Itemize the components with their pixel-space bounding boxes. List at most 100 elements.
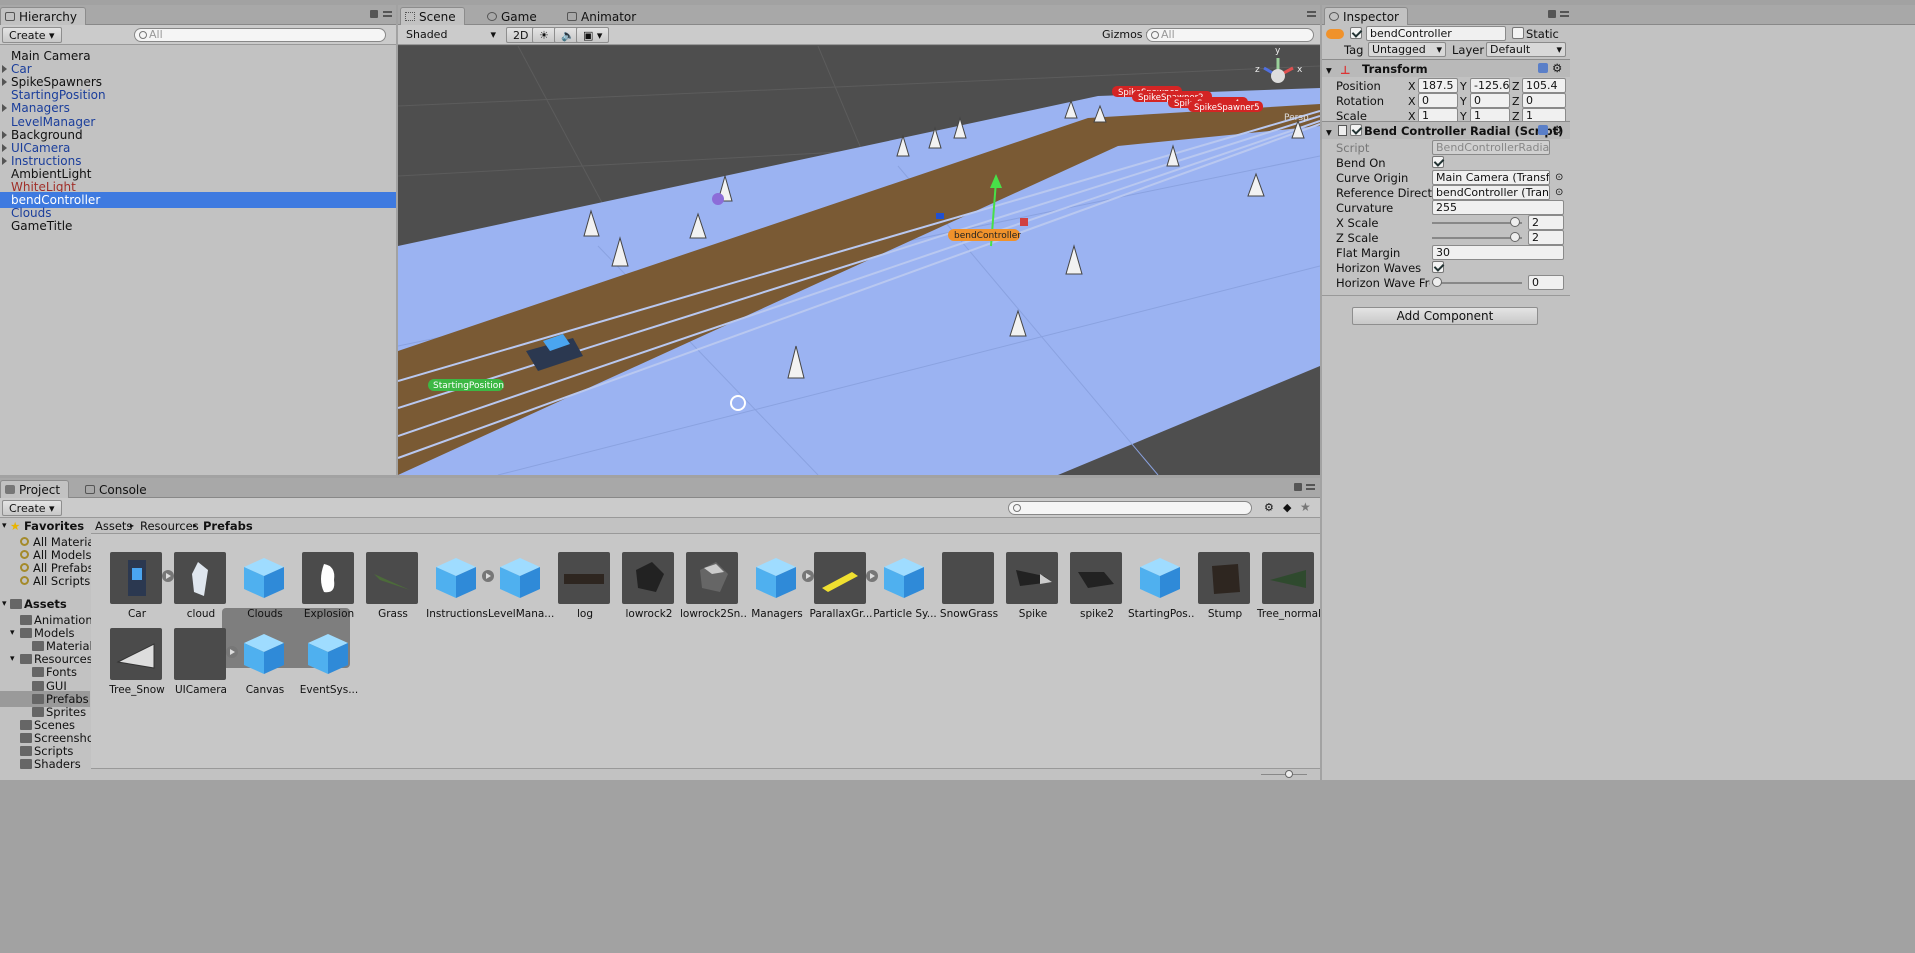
tab-inspector[interactable]: Inspector <box>1324 7 1408 25</box>
asset-item[interactable]: Tree_Snow <box>104 628 170 708</box>
tab-game[interactable]: Game <box>482 7 546 25</box>
asset-item[interactable]: Instructions <box>424 552 494 632</box>
panel-menu-icon[interactable] <box>383 11 392 17</box>
horizon-waves-checkbox[interactable] <box>1432 261 1444 273</box>
zscale-slider[interactable] <box>1432 232 1522 242</box>
help-icon[interactable] <box>1538 63 1548 73</box>
asset-item[interactable]: Spike <box>1000 552 1066 632</box>
zscale-field[interactable]: 2 <box>1528 230 1564 245</box>
lock-icon[interactable] <box>1548 10 1556 18</box>
rotation-x-field[interactable]: 0 <box>1418 93 1458 108</box>
foldout-arrow-icon[interactable] <box>2 104 7 113</box>
tab-project[interactable]: Project <box>0 480 70 498</box>
foldout-arrow-icon[interactable] <box>2 65 7 74</box>
panel-menu-icon[interactable] <box>1306 484 1315 490</box>
gear-icon[interactable]: ⚙ <box>1552 123 1562 137</box>
gear-icon[interactable]: ⚙ <box>1552 61 1562 75</box>
folder-tree-item[interactable]: Shaders <box>0 756 90 772</box>
asset-item[interactable]: Car <box>104 552 174 632</box>
layer-dropdown[interactable]: Default ▾ <box>1486 42 1566 57</box>
rotation-z-field[interactable]: 0 <box>1522 93 1566 108</box>
hierarchy-create-button[interactable]: Create ▾ <box>2 27 62 43</box>
transform-header[interactable]: ▾ ⊥ Transform ⚙ <box>1322 59 1570 77</box>
foldout-arrow-icon[interactable] <box>2 156 7 165</box>
asset-item[interactable]: log <box>552 552 618 632</box>
filter-type-icon[interactable]: ⚙ <box>1264 501 1274 514</box>
xscale-field[interactable]: 2 <box>1528 215 1564 230</box>
hierarchy-item[interactable]: GameTitle <box>0 218 396 234</box>
assets-header[interactable]: ▾ Assets <box>0 596 90 612</box>
particle-icon[interactable] <box>712 193 724 205</box>
object-picker-icon[interactable]: ⊙ <box>1555 172 1563 183</box>
filter-label-icon[interactable]: ◆ <box>1283 501 1291 514</box>
lock-icon[interactable] <box>1294 483 1302 491</box>
tab-animator[interactable]: Animator <box>562 7 645 25</box>
foldout-arrow-icon[interactable] <box>2 78 7 87</box>
horizon-freq-slider[interactable] <box>1432 277 1522 287</box>
asset-item[interactable]: Managers <box>744 552 814 632</box>
static-checkbox[interactable] <box>1512 27 1524 39</box>
curve-origin-field[interactable]: Main Camera (Transfo <box>1432 170 1550 185</box>
asset-item[interactable]: spike2 <box>1064 552 1130 632</box>
asset-item[interactable]: UICamera <box>168 628 238 708</box>
scene-viewport[interactable]: y x z Persp SpikeSpawner SpikeSpawner2 S… <box>398 46 1320 475</box>
help-icon[interactable] <box>1538 125 1548 135</box>
project-search-input[interactable] <box>1008 501 1252 515</box>
thumbnail-size-slider[interactable] <box>1261 770 1307 778</box>
object-picker-icon[interactable]: ⊙ <box>1555 187 1563 198</box>
zscale-slider-knob[interactable] <box>1509 232 1520 242</box>
rotation-y-field[interactable]: 0 <box>1470 93 1510 108</box>
asset-item[interactable]: LevelMana... <box>488 552 554 632</box>
asset-item[interactable]: Tree_normal <box>1256 552 1320 632</box>
asset-item[interactable]: lowrock2 <box>616 552 682 632</box>
asset-item[interactable]: lowrock2Sn... <box>680 552 746 632</box>
position-x-field[interactable]: 187.5 <box>1418 78 1458 93</box>
add-component-button[interactable]: Add Component <box>1352 307 1538 325</box>
panel-menu-icon[interactable] <box>1307 11 1316 17</box>
asset-item[interactable]: cloud <box>168 552 234 632</box>
effects-dropdown-icon[interactable]: ▣ ▾ <box>576 27 610 43</box>
asset-item[interactable]: Particle Sy... <box>872 552 938 632</box>
starting-position-label[interactable]: StartingPosition <box>428 379 504 391</box>
script-header[interactable]: ▾ Bend Controller Radial (Script) ⚙ <box>1322 121 1570 139</box>
object-name-field[interactable]: bendController <box>1366 26 1506 41</box>
tab-hierarchy[interactable]: Hierarchy <box>0 7 87 25</box>
tag-dropdown[interactable]: Untagged ▾ <box>1368 42 1446 57</box>
ref-dir-field[interactable]: bendController (Trans <box>1432 185 1550 200</box>
flat-margin-field[interactable]: 30 <box>1432 245 1564 260</box>
favorites-header[interactable]: ▾ ★ Favorites <box>0 518 90 534</box>
panel-menu-icon[interactable] <box>1560 11 1569 17</box>
tab-scene[interactable]: Scene <box>400 7 465 25</box>
horizon-freq-field[interactable]: 0 <box>1528 275 1564 290</box>
breadcrumb-prefabs[interactable]: Prefabs <box>203 518 253 534</box>
asset-item[interactable]: StartingPos... <box>1128 552 1194 632</box>
foldout-arrow-icon[interactable] <box>2 130 7 139</box>
asset-item[interactable]: Canvas <box>232 628 298 708</box>
xscale-slider-knob[interactable] <box>1509 217 1520 227</box>
asset-item[interactable]: Clouds <box>232 552 298 632</box>
script-enabled-checkbox[interactable] <box>1350 124 1362 136</box>
thumbnail-size-knob[interactable] <box>1285 770 1293 778</box>
tab-console[interactable]: Console <box>80 480 156 498</box>
lighting-toggle-icon[interactable]: ☀ <box>532 27 556 43</box>
active-checkbox[interactable] <box>1350 27 1362 39</box>
asset-item[interactable]: Explosion <box>296 552 362 632</box>
lock-icon[interactable] <box>370 10 378 18</box>
asset-item[interactable]: Stump <box>1192 552 1258 632</box>
position-y-field[interactable]: -125.6 <box>1470 78 1510 93</box>
position-z-field[interactable]: 105.4 <box>1522 78 1566 93</box>
shading-mode-dropdown[interactable]: Shaded ▾ <box>400 27 500 43</box>
bend-controller-label[interactable]: bendController <box>948 229 1021 241</box>
bend-on-checkbox[interactable] <box>1432 156 1444 168</box>
curvature-field[interactable]: 255 <box>1432 200 1564 215</box>
asset-item[interactable]: SnowGrass <box>936 552 1002 632</box>
asset-item[interactable]: ParallaxGr... <box>808 552 878 632</box>
asset-item[interactable]: Grass <box>360 552 426 632</box>
breadcrumb-assets[interactable]: Assets <box>95 518 132 534</box>
project-create-button[interactable]: Create ▾ <box>2 500 62 516</box>
xscale-slider[interactable] <box>1432 217 1522 227</box>
hierarchy-search-input[interactable]: All <box>134 28 386 42</box>
favorites-item[interactable]: All Scripts <box>0 573 90 589</box>
scene-search-input[interactable]: All <box>1146 28 1314 42</box>
breadcrumb-resources[interactable]: Resources <box>140 518 199 534</box>
